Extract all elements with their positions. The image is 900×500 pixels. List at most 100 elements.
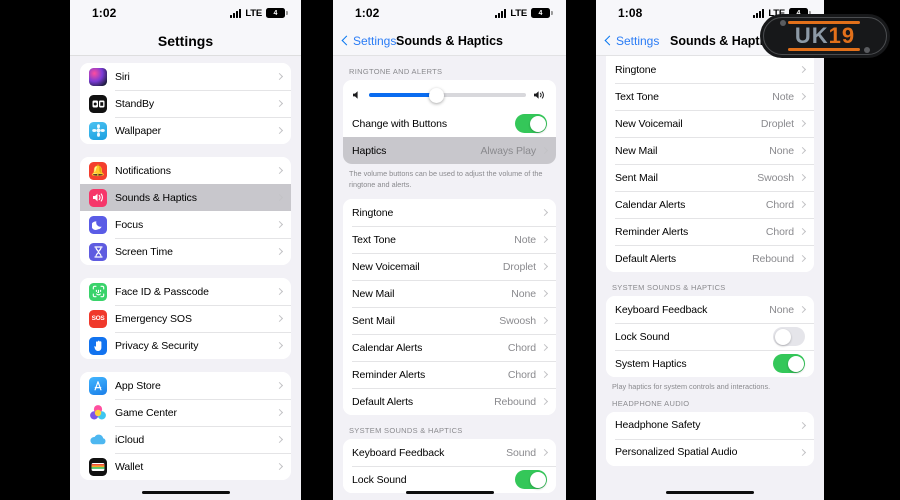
- sidebar-item-notifications[interactable]: 🔔 Notifications: [80, 157, 291, 184]
- tone-row-text-tone[interactable]: Text Tone Note: [343, 226, 556, 254]
- lock-sound-toggle[interactable]: [773, 327, 805, 346]
- emergency-sos-icon: SOS: [89, 309, 107, 328]
- app-store-glyph: [94, 380, 102, 390]
- row-label: Reminder Alerts: [352, 368, 426, 381]
- tone-row-calendar-alerts[interactable]: Calendar Alerts Chord: [343, 334, 556, 362]
- sidebar-item-screen-time[interactable]: Screen Time: [80, 238, 291, 265]
- network-label: LTE: [510, 7, 527, 19]
- back-label: Settings: [616, 33, 660, 48]
- tone-row-text-tone[interactable]: Text Tone Note: [606, 83, 814, 110]
- sidebar-item-icloud[interactable]: iCloud: [80, 426, 291, 453]
- row-label: Face ID & Passcode: [115, 285, 209, 298]
- tone-row-new-mail[interactable]: New Mail None: [606, 137, 814, 164]
- system-haptics-toggle[interactable]: [773, 354, 805, 373]
- volume-slider-row[interactable]: [343, 80, 556, 110]
- row-label: Emergency SOS: [115, 312, 192, 325]
- volume-track[interactable]: [369, 87, 526, 103]
- row-value: None: [511, 287, 536, 300]
- tone-row-default-alerts[interactable]: Default Alerts Rebound: [343, 388, 556, 416]
- chevron-right-icon: [798, 119, 807, 128]
- volume-fill: [369, 93, 437, 97]
- tone-row-sent-mail[interactable]: Sent Mail Swoosh: [606, 164, 814, 191]
- change-with-buttons-toggle[interactable]: [515, 114, 547, 133]
- phone-panel-sounds-haptics-bottom: 1:08 LTE 4 Settings Sounds & Haptics Rin…: [596, 0, 824, 500]
- chevron-right-icon: [540, 449, 549, 457]
- system-haptics-row[interactable]: System Haptics: [606, 350, 814, 377]
- sidebar-item-standby[interactable]: StandBy: [80, 90, 291, 117]
- wallet-icon: [89, 457, 107, 476]
- home-indicator[interactable]: [666, 490, 754, 494]
- sidebar-item-siri[interactable]: Siri: [80, 63, 291, 90]
- page-title: Settings: [157, 32, 214, 49]
- row-label: Default Alerts: [352, 395, 414, 408]
- sidebar-item-focus[interactable]: Focus: [80, 211, 291, 238]
- home-indicator[interactable]: [141, 490, 230, 494]
- row-label: Sounds & Haptics: [115, 191, 197, 204]
- ringtone-alerts-group: Change with Buttons Haptics Always Play: [343, 80, 556, 164]
- back-button[interactable]: Settings: [341, 34, 396, 48]
- headphone-safety-row[interactable]: Headphone Safety: [606, 411, 814, 439]
- tone-row-new-voicemail[interactable]: New Voicemail Droplet: [343, 253, 556, 281]
- keyboard-feedback-row[interactable]: Keyboard Feedback Sound: [343, 439, 556, 467]
- sidebar-item-privacy-security[interactable]: Privacy & Security: [80, 332, 291, 359]
- status-indicators: LTE 4: [494, 7, 553, 19]
- home-indicator[interactable]: [405, 490, 494, 494]
- sidebar-item-sounds-haptics[interactable]: Sounds & Haptics: [80, 184, 291, 211]
- row-value: Sound: [506, 446, 536, 459]
- row-value: Chord: [507, 368, 536, 381]
- row-label: New Voicemail: [352, 260, 420, 273]
- lock-sound-row[interactable]: Lock Sound: [606, 323, 814, 350]
- chevron-right-icon: [275, 341, 284, 350]
- sidebar-item-game-center[interactable]: Game Center: [80, 399, 291, 426]
- settings-list[interactable]: Siri StandBy Wallpaper 🔔 Notifications S…: [70, 56, 301, 500]
- back-button[interactable]: Settings: [604, 33, 660, 48]
- sidebar-item-wallet[interactable]: Wallet: [80, 453, 291, 480]
- tone-row-calendar-alerts[interactable]: Calendar Alerts Chord: [606, 191, 814, 218]
- tone-row-ringtone[interactable]: Ringtone: [343, 199, 556, 227]
- tone-row-ringtone[interactable]: Ringtone: [606, 56, 814, 83]
- chevron-right-icon: [275, 435, 284, 444]
- phone-panel-sounds-haptics-top: 1:02 LTE 4 Settings Sounds & Haptics RIN…: [333, 0, 566, 500]
- keyboard-feedback-row[interactable]: Keyboard Feedback None: [606, 296, 814, 323]
- watermark-dot-right: [864, 46, 870, 53]
- tone-row-sent-mail[interactable]: Sent Mail Swoosh: [343, 307, 556, 335]
- battery-level: 4: [273, 9, 278, 17]
- haptics-row[interactable]: Haptics Always Play: [343, 137, 556, 164]
- sidebar-item-face-id[interactable]: Face ID & Passcode: [80, 278, 291, 305]
- row-value: Chord: [765, 225, 794, 238]
- sidebar-item-app-store[interactable]: App Store: [80, 372, 291, 399]
- sounds-haptics-list[interactable]: Ringtone Text Tone Note New Voicemail Dr…: [596, 56, 824, 500]
- tone-row-reminder-alerts[interactable]: Reminder Alerts Chord: [343, 361, 556, 389]
- tone-row-default-alerts[interactable]: Default Alerts Rebound: [606, 245, 814, 272]
- row-value: Droplet: [760, 117, 794, 130]
- tones-group: Ringtone Text Tone Note New Voicemail Dr…: [606, 56, 814, 272]
- row-label: Focus: [115, 218, 144, 231]
- status-time: 1:02: [355, 6, 380, 20]
- change-with-buttons-row[interactable]: Change with Buttons: [343, 110, 556, 137]
- sidebar-item-emergency-sos[interactable]: SOS Emergency SOS: [80, 305, 291, 332]
- chevron-right-icon: [540, 146, 549, 155]
- signal-icon: [752, 8, 765, 18]
- tone-row-new-voicemail[interactable]: New Voicemail Droplet: [606, 110, 814, 137]
- row-value: Droplet: [502, 260, 536, 273]
- tone-row-reminder-alerts[interactable]: Reminder Alerts Chord: [606, 218, 814, 245]
- status-time: 1:08: [618, 6, 643, 20]
- section-header-ringtone-alerts: RINGTONE AND ALERTS: [349, 67, 443, 76]
- personalized-spatial-audio-row[interactable]: Personalized Spatial Audio: [606, 438, 814, 466]
- row-label: Default Alerts: [615, 252, 677, 265]
- lock-sound-row[interactable]: Lock Sound: [343, 466, 556, 494]
- sounds-haptics-list[interactable]: RINGTONE AND ALERTS Change with Buttons …: [333, 56, 566, 500]
- battery-icon: 4: [531, 8, 553, 18]
- volume-knob[interactable]: [429, 87, 444, 103]
- watermark-text: UK 19: [795, 25, 855, 47]
- siri-icon: [89, 67, 107, 86]
- flower-glyph: [91, 124, 105, 137]
- sidebar-item-wallpaper[interactable]: Wallpaper: [80, 117, 291, 144]
- sounds-haptics-icon: [89, 188, 107, 207]
- hand-glyph: [93, 340, 101, 351]
- row-label: Personalized Spatial Audio: [615, 446, 738, 459]
- privacy-security-icon: [89, 336, 107, 355]
- screen-time-icon: [89, 242, 107, 261]
- tone-row-new-mail[interactable]: New Mail None: [343, 280, 556, 308]
- lock-sound-toggle[interactable]: [515, 470, 547, 490]
